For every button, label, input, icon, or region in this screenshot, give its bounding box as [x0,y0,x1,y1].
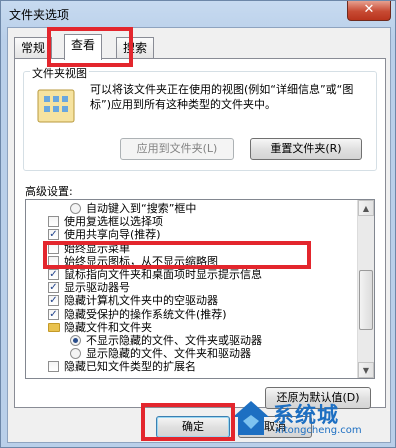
advanced-setting-label: 使用共享向导(推荐) [64,228,161,242]
radio[interactable] [70,203,81,214]
radio[interactable] [70,348,81,360]
watermark-house-icon [233,401,269,435]
dialog-client-area: 常规 查看 搜索 文件夹视图 可以将该文件夹正在使用的视图(例如“详细信息”或“… [7,27,391,443]
folder-options-window: 文件夹选项 ✕ 常规 查看 搜索 文件夹视图 可以将该文件夹正在使用的视图(例如… [0,0,396,448]
close-button[interactable]: ✕ [347,1,391,21]
advanced-setting-label: 不显示隐藏的文件、文件夹或驱动器 [86,334,262,347]
advanced-settings-list[interactable]: 自动键入到“搜索”框中 使用复选框以选择项 ✓ 使用共享向导(推荐) 始终显示菜单 始终显… [25,199,375,379]
watermark-url: xitongcheng.com [275,425,362,436]
ok-button[interactable]: 确定 [156,416,230,438]
checkbox[interactable] [48,242,59,254]
checkbox[interactable] [48,216,59,228]
advanced-settings-scrollbar[interactable]: ▲ ▼ [357,200,374,378]
checkbox-checked[interactable]: ✓ [48,282,59,294]
tab-view[interactable]: 查看 [64,34,103,60]
checkbox[interactable] [48,361,59,373]
advanced-setting-label: 隐藏受保护的操作系统文件(推荐) [64,307,227,321]
checkbox[interactable] [48,255,59,267]
scroll-up-icon[interactable]: ▲ [358,200,374,216]
advanced-setting-label: 鼠标指向文件夹和桌面项时显示提示信息 [64,268,262,281]
advanced-setting-label: 始终显示菜单 [64,241,130,255]
scroll-thumb[interactable] [359,270,373,330]
window-title: 文件夹选项 [9,8,70,22]
checkbox-checked[interactable]: ✓ [48,295,59,307]
folder-views-legend: 文件夹视图 [30,65,89,81]
advanced-settings-label: 高级设置: [25,185,73,198]
advanced-setting-label: 隐藏计算机文件夹中的空驱动器 [64,294,218,308]
checkbox-checked[interactable]: ✓ [48,229,59,241]
advanced-setting-label: 自动键入到“搜索”框中 [86,202,197,215]
advanced-setting-label: 隐藏文件和文件夹 [64,320,152,334]
radio-selected[interactable] [70,335,81,346]
folder-view-icon [37,89,75,123]
view-tab-panel: 文件夹视图 可以将该文件夹正在使用的视图(例如“详细信息”或“图标”)应用到所有… [14,58,386,409]
folder-icon [48,322,60,332]
advanced-setting-label: 隐藏已知文件类型的扩展名 [64,360,196,374]
checkbox-checked[interactable]: ✓ [48,308,59,320]
tab-general[interactable]: 常规 [14,37,53,59]
tab-search[interactable]: 搜索 [116,37,155,59]
scroll-down-icon[interactable]: ▼ [358,362,374,378]
folder-views-description: 可以将该文件夹正在使用的视图(例如“详细信息”或“图标”)应用到所有这种类型的文… [90,83,354,111]
advanced-setting-label: 始终显示图标，从不显示缩略图 [64,254,218,268]
reset-folders-button[interactable]: 重置文件夹(R) [250,138,362,160]
folder-views-group: 文件夹视图 可以将该文件夹正在使用的视图(例如“详细信息”或“图标”)应用到所有… [23,65,377,171]
apply-to-folders-button[interactable]: 应用到文件夹(L) [120,138,234,160]
watermark-logo: 系统城 xitongcheng.com [231,395,391,443]
checkbox-checked[interactable]: ✓ [48,269,59,280]
